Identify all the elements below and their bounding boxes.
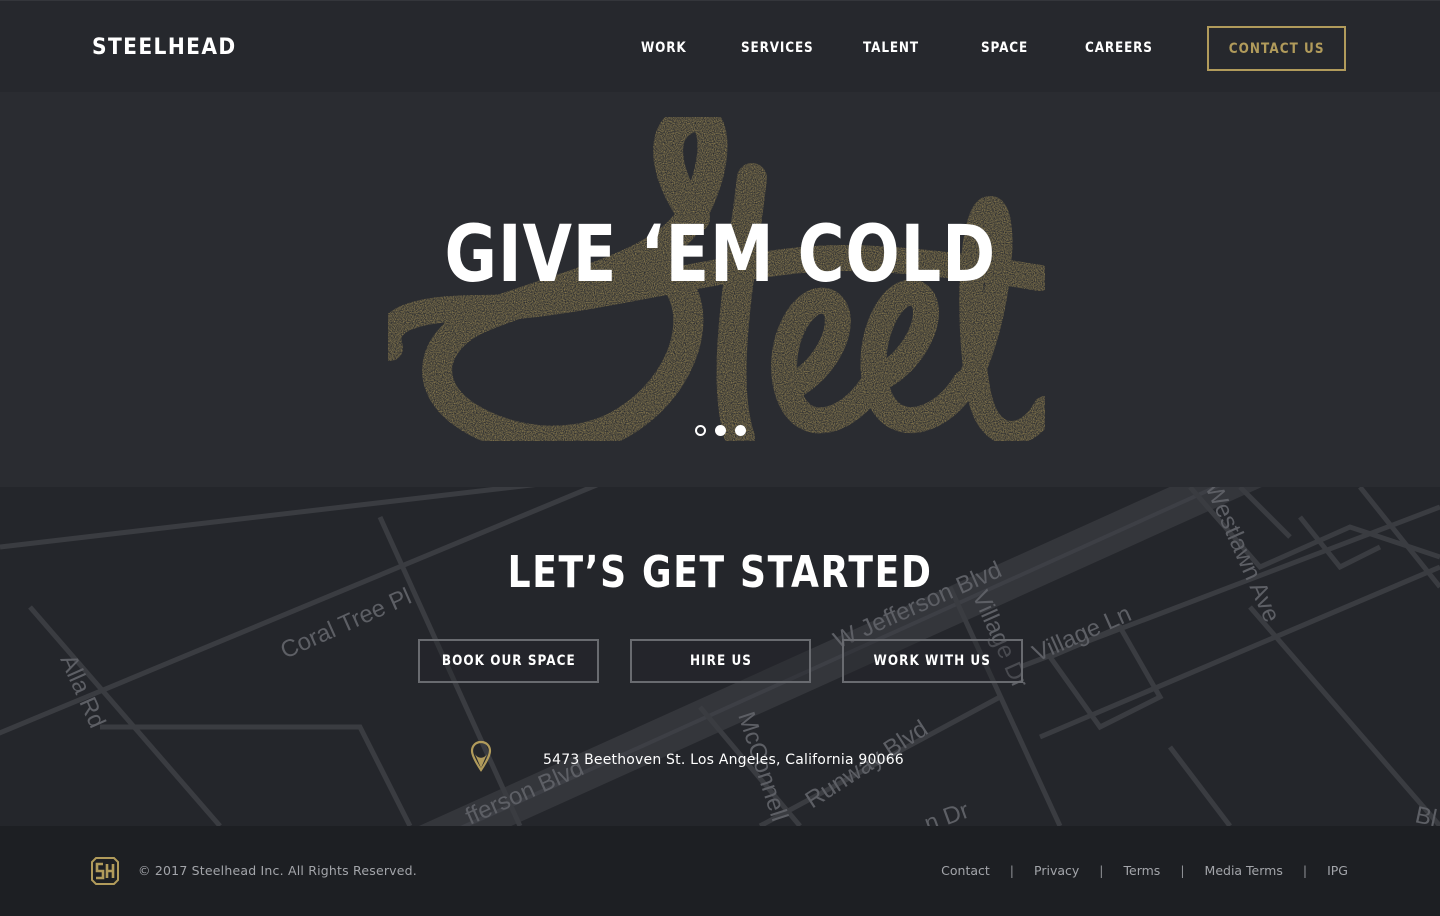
footer-nav: Contact | Privacy | Terms | Media Terms … — [941, 863, 1348, 878]
footer-separator: | — [1302, 863, 1308, 878]
sh-monogram-icon[interactable] — [91, 857, 119, 885]
footer-link-media-terms[interactable]: Media Terms — [1205, 863, 1283, 878]
carousel-dots — [0, 425, 1440, 436]
map-label-dr-stub: n Dr — [921, 797, 973, 826]
get-started-title: LET’S GET STARTED — [507, 547, 933, 598]
footer-link-contact[interactable]: Contact — [941, 863, 990, 878]
map-label-bl-stub: Bl — [1413, 801, 1439, 826]
carousel-dot-3[interactable] — [734, 425, 746, 436]
copyright-text: © 2017 Steelhead Inc. All Rights Reserve… — [138, 863, 417, 878]
footer-separator: | — [1009, 863, 1015, 878]
nav-talent[interactable]: TALENT — [863, 40, 919, 56]
site-logo[interactable]: STEELHEAD — [92, 35, 237, 60]
work-with-us-button[interactable]: WORK WITH US — [842, 639, 1023, 683]
book-our-space-button[interactable]: BOOK OUR SPACE — [418, 639, 599, 683]
office-address: 5473 Beethoven St. Los Angeles, Californ… — [543, 752, 904, 768]
hire-us-button[interactable]: HIRE US — [630, 639, 811, 683]
nav-careers[interactable]: CAREERS — [1085, 40, 1153, 56]
work-with-us-label: WORK WITH US — [873, 653, 992, 669]
carousel-dot-2[interactable] — [714, 425, 726, 436]
hero-headline: GIVE ‘EM COLD — [444, 210, 996, 300]
map-pin-icon — [470, 740, 492, 772]
footer-link-ipg[interactable]: IPG — [1327, 863, 1348, 878]
site-header: STEELHEAD WORK SERVICES TALENT SPACE CAR… — [0, 0, 1440, 92]
site-footer: © 2017 Steelhead Inc. All Rights Reserve… — [0, 826, 1440, 916]
get-started-section: Coral Tree Pl Alla Rd W Jefferson Blvd f… — [0, 487, 1440, 826]
footer-separator: | — [1180, 863, 1185, 878]
carousel-dot-1[interactable] — [694, 425, 706, 436]
contact-us-label: CONTACT US — [1228, 40, 1325, 57]
footer-separator: | — [1099, 863, 1104, 878]
map-label-village-ln: Village Ln — [1028, 600, 1135, 667]
hire-us-label: HIRE US — [689, 653, 752, 669]
nav-services[interactable]: SERVICES — [741, 40, 814, 56]
footer-link-privacy[interactable]: Privacy — [1034, 863, 1079, 878]
nav-space[interactable]: SPACE — [981, 40, 1028, 56]
contact-us-button[interactable]: CONTACT US — [1207, 26, 1346, 71]
hero-banner: GIVE ‘EM COLD — [0, 92, 1440, 487]
footer-link-terms[interactable]: Terms — [1124, 863, 1161, 878]
nav-work[interactable]: WORK — [641, 40, 687, 56]
book-our-space-label: BOOK OUR SPACE — [441, 653, 576, 669]
